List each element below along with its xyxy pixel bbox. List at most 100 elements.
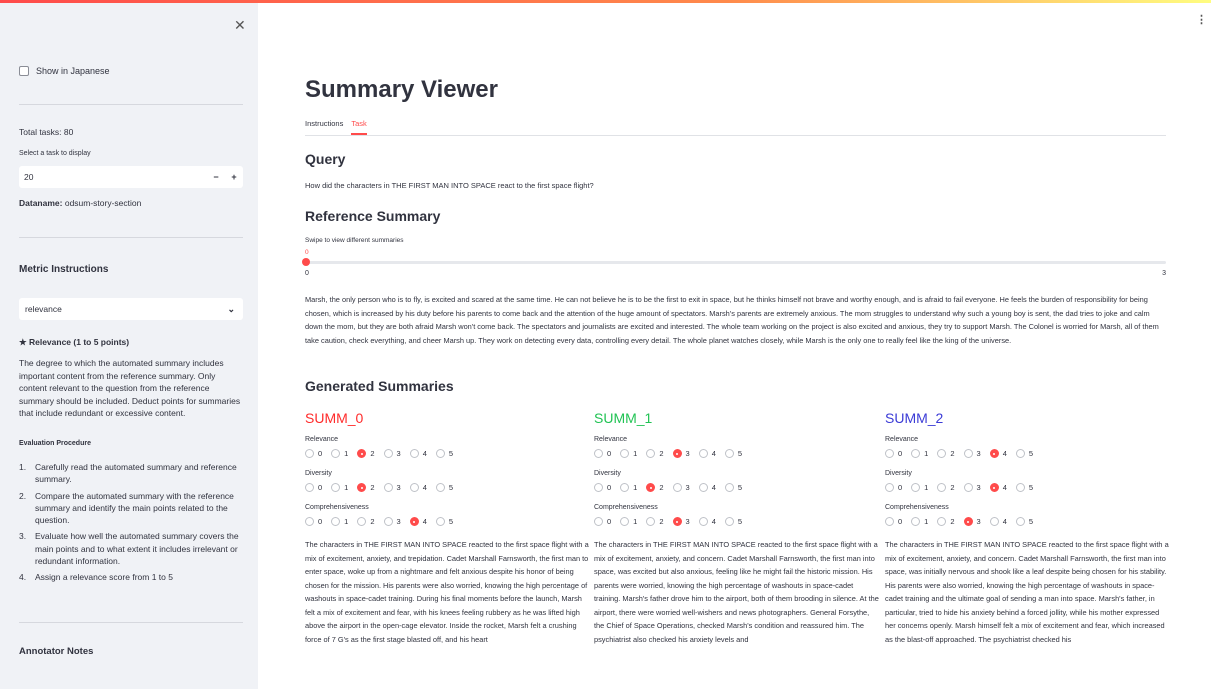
task-number-value[interactable]: 20: [19, 172, 207, 182]
radio-circle-icon[interactable]: [646, 483, 656, 492]
score-radio[interactable]: 2: [357, 449, 375, 458]
score-radio[interactable]: 3: [963, 449, 981, 458]
radio-circle-icon[interactable]: [435, 517, 445, 526]
score-radio[interactable]: 1: [620, 483, 637, 492]
radio-circle-icon[interactable]: [724, 449, 734, 458]
radio-circle-icon[interactable]: [646, 449, 656, 458]
score-radio[interactable]: 4: [409, 517, 427, 526]
score-radio[interactable]: 5: [1015, 483, 1033, 492]
radio-circle-icon[interactable]: [672, 483, 682, 492]
score-radio[interactable]: 1: [911, 483, 928, 492]
checkbox-icon[interactable]: [19, 66, 29, 76]
score-radio[interactable]: 4: [409, 449, 427, 458]
chevron-down-icon[interactable]: ⌄: [227, 304, 235, 315]
score-radio[interactable]: 1: [331, 483, 348, 492]
radio-circle-icon[interactable]: [698, 449, 708, 458]
radio-circle-icon[interactable]: [672, 449, 682, 458]
radio-circle-icon[interactable]: [963, 517, 973, 526]
radio-circle-icon[interactable]: [409, 483, 419, 492]
score-radio[interactable]: 2: [357, 483, 375, 492]
summary-slider[interactable]: [302, 258, 1166, 266]
score-radio[interactable]: 4: [698, 449, 716, 458]
tab-instructions[interactable]: Instructions: [305, 118, 343, 135]
radio-circle-icon[interactable]: [911, 517, 921, 526]
score-radio[interactable]: 5: [724, 449, 742, 458]
metric-select[interactable]: relevance ⌄: [19, 298, 243, 320]
tab-task[interactable]: Task: [351, 118, 367, 135]
radio-circle-icon[interactable]: [937, 517, 947, 526]
radio-circle-icon[interactable]: [620, 483, 630, 492]
radio-circle-icon[interactable]: [383, 449, 393, 458]
score-radio[interactable]: 2: [937, 483, 955, 492]
radio-circle-icon[interactable]: [409, 517, 419, 526]
score-radio[interactable]: 0: [594, 517, 611, 526]
radio-circle-icon[interactable]: [435, 449, 445, 458]
score-radio[interactable]: 2: [937, 517, 955, 526]
radio-circle-icon[interactable]: [435, 483, 445, 492]
radio-circle-icon[interactable]: [963, 483, 973, 492]
radio-circle-icon[interactable]: [357, 517, 367, 526]
score-radio[interactable]: 0: [305, 483, 322, 492]
score-radio[interactable]: 3: [383, 517, 401, 526]
score-radio[interactable]: 4: [698, 483, 716, 492]
score-radio[interactable]: 0: [594, 483, 611, 492]
score-radio[interactable]: 4: [409, 483, 427, 492]
score-radio[interactable]: 3: [963, 517, 981, 526]
score-radio[interactable]: 1: [331, 517, 348, 526]
score-radio[interactable]: 5: [435, 483, 453, 492]
score-radio[interactable]: 0: [885, 449, 902, 458]
radio-circle-icon[interactable]: [594, 517, 603, 526]
score-radio[interactable]: 1: [331, 449, 348, 458]
score-radio[interactable]: 5: [435, 449, 453, 458]
radio-circle-icon[interactable]: [594, 449, 603, 458]
score-radio[interactable]: 3: [383, 483, 401, 492]
score-radio[interactable]: 4: [989, 483, 1007, 492]
radio-circle-icon[interactable]: [1015, 449, 1025, 458]
radio-circle-icon[interactable]: [594, 483, 603, 492]
radio-circle-icon[interactable]: [620, 449, 630, 458]
radio-circle-icon[interactable]: [937, 483, 947, 492]
score-radio[interactable]: 2: [646, 517, 664, 526]
score-radio[interactable]: 3: [672, 483, 690, 492]
radio-circle-icon[interactable]: [305, 483, 314, 492]
score-radio[interactable]: 2: [646, 449, 664, 458]
score-radio[interactable]: 4: [989, 517, 1007, 526]
task-number-input[interactable]: 20 − +: [19, 166, 243, 188]
radio-circle-icon[interactable]: [937, 449, 947, 458]
main-menu-icon[interactable]: ⋮: [1196, 13, 1207, 26]
show-japanese-checkbox[interactable]: Show in Japanese: [19, 66, 110, 76]
score-radio[interactable]: 4: [698, 517, 716, 526]
radio-circle-icon[interactable]: [409, 449, 419, 458]
score-radio[interactable]: 2: [937, 449, 955, 458]
score-radio[interactable]: 0: [305, 449, 322, 458]
radio-circle-icon[interactable]: [989, 517, 999, 526]
radio-circle-icon[interactable]: [698, 483, 708, 492]
radio-circle-icon[interactable]: [305, 517, 314, 526]
radio-circle-icon[interactable]: [698, 517, 708, 526]
score-radio[interactable]: 5: [1015, 449, 1033, 458]
score-radio[interactable]: 0: [305, 517, 322, 526]
radio-circle-icon[interactable]: [1015, 517, 1025, 526]
radio-circle-icon[interactable]: [963, 449, 973, 458]
score-radio[interactable]: 2: [357, 517, 375, 526]
score-radio[interactable]: 5: [724, 483, 742, 492]
radio-circle-icon[interactable]: [724, 483, 734, 492]
radio-circle-icon[interactable]: [989, 449, 999, 458]
score-radio[interactable]: 3: [672, 517, 690, 526]
radio-circle-icon[interactable]: [383, 483, 393, 492]
radio-circle-icon[interactable]: [989, 483, 999, 492]
score-radio[interactable]: 0: [885, 483, 902, 492]
radio-circle-icon[interactable]: [331, 483, 341, 492]
score-radio[interactable]: 2: [646, 483, 664, 492]
radio-circle-icon[interactable]: [885, 483, 894, 492]
score-radio[interactable]: 4: [989, 449, 1007, 458]
radio-circle-icon[interactable]: [672, 517, 682, 526]
increment-button[interactable]: +: [225, 172, 243, 182]
score-radio[interactable]: 3: [963, 483, 981, 492]
score-radio[interactable]: 3: [383, 449, 401, 458]
score-radio[interactable]: 5: [1015, 517, 1033, 526]
score-radio[interactable]: 1: [911, 449, 928, 458]
radio-circle-icon[interactable]: [620, 517, 630, 526]
radio-circle-icon[interactable]: [357, 483, 367, 492]
decrement-button[interactable]: −: [207, 172, 225, 182]
